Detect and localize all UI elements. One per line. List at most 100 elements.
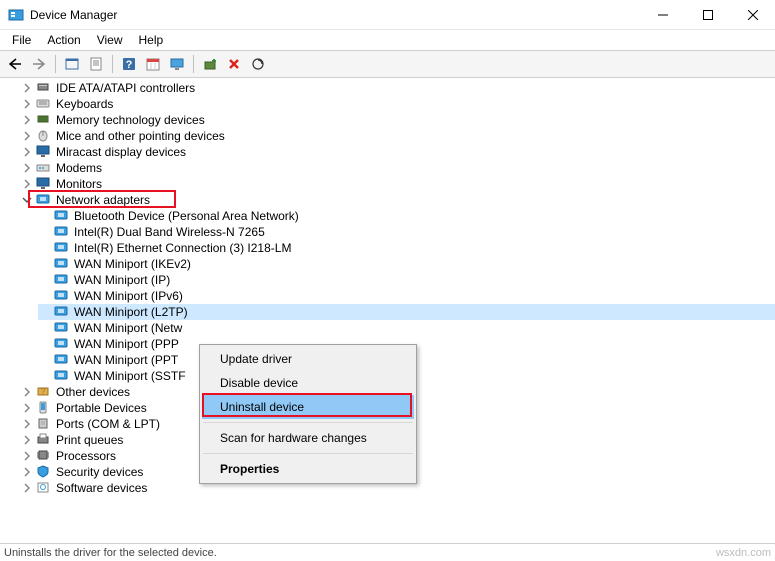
properties-button[interactable] (85, 53, 107, 75)
tree-node-network-adapters[interactable]: Network adapters (20, 192, 775, 208)
tree-expander[interactable] (20, 96, 34, 112)
tree-node[interactable]: Mice and other pointing devices (20, 128, 775, 144)
tree-label: Software devices (56, 480, 147, 496)
menu-file[interactable]: File (4, 31, 39, 49)
tree-expander[interactable] (20, 400, 34, 416)
context-menu: Update driver Disable device Uninstall d… (199, 344, 417, 484)
tree-node-device[interactable]: Bluetooth Device (Personal Area Network) (38, 208, 775, 224)
tree-label: WAN Miniport (IPv6) (74, 288, 183, 304)
tree-node-device[interactable]: WAN Miniport (IKEv2) (38, 256, 775, 272)
monitor-button[interactable] (166, 53, 188, 75)
device-category-icon (36, 464, 52, 480)
context-menu-item[interactable]: Uninstall device (202, 395, 414, 419)
help-button[interactable] (118, 53, 140, 75)
add-hardware-button[interactable] (199, 53, 221, 75)
tree-expander-empty (38, 256, 52, 272)
maximize-button[interactable] (685, 0, 730, 30)
back-button[interactable] (4, 53, 26, 75)
tree-label: Network adapters (56, 192, 150, 208)
show-hidden-button[interactable] (61, 53, 83, 75)
tree-expander[interactable] (20, 128, 34, 144)
menu-action[interactable]: Action (39, 31, 88, 49)
tree-label: Print queues (56, 432, 123, 448)
tree-label: Miracast display devices (56, 144, 186, 160)
tree-expander[interactable] (20, 416, 34, 432)
tree-expander[interactable] (20, 176, 34, 192)
tree-label: Processors (56, 448, 116, 464)
tree-label: Ports (COM & LPT) (56, 416, 160, 432)
toolbar-sep (55, 55, 56, 73)
network-adapter-icon (54, 368, 70, 384)
scan-hardware-button[interactable] (247, 53, 269, 75)
device-category-icon (36, 80, 52, 96)
tree-label: WAN Miniport (IP) (74, 272, 170, 288)
context-menu-item[interactable]: Scan for hardware changes (202, 426, 414, 450)
context-menu-item[interactable]: Update driver (202, 347, 414, 371)
tree-expander[interactable] (20, 192, 34, 208)
tree-node[interactable]: IDE ATA/ATAPI controllers (20, 80, 775, 96)
tree-expander[interactable] (20, 384, 34, 400)
device-category-icon (36, 128, 52, 144)
tree-node[interactable]: Miracast display devices (20, 144, 775, 160)
tree-node-device[interactable]: Intel(R) Dual Band Wireless-N 7265 (38, 224, 775, 240)
tree-expander-empty (38, 320, 52, 336)
network-adapter-icon (54, 320, 70, 336)
minimize-button[interactable] (640, 0, 685, 30)
tree-expander-empty (38, 208, 52, 224)
tree-node[interactable]: Modems (20, 160, 775, 176)
tree-node-device[interactable]: WAN Miniport (Netw (38, 320, 775, 336)
tree-label: Keyboards (56, 96, 113, 112)
tree-expander[interactable] (20, 80, 34, 96)
tree-node[interactable]: Monitors (20, 176, 775, 192)
window-controls (640, 0, 775, 29)
tree-node[interactable]: Keyboards (20, 96, 775, 112)
tree-label: WAN Miniport (PPP (74, 336, 179, 352)
tree-label: Intel(R) Ethernet Connection (3) I218-LM (74, 240, 291, 256)
tree-node-device[interactable]: WAN Miniport (L2TP) (38, 304, 775, 320)
watermark: wsxdn.com (716, 547, 771, 559)
tree-label: Security devices (56, 464, 143, 480)
device-category-icon (36, 448, 52, 464)
tree-label: WAN Miniport (L2TP) (74, 304, 188, 320)
device-category-icon (36, 480, 52, 496)
tree-label: Modems (56, 160, 102, 176)
tree-label: Intel(R) Dual Band Wireless-N 7265 (74, 224, 265, 240)
tree-expander-empty (38, 272, 52, 288)
tree-node-device[interactable]: WAN Miniport (IP) (38, 272, 775, 288)
tree-expander[interactable] (20, 432, 34, 448)
menu-help[interactable]: Help (131, 31, 172, 49)
tree-expander-empty (38, 352, 52, 368)
menu-view[interactable]: View (89, 31, 131, 49)
tree-expander-empty (38, 368, 52, 384)
context-menu-label: Disable device (220, 376, 298, 390)
tree-expander-empty (38, 224, 52, 240)
tree-label: Monitors (56, 176, 102, 192)
calendar-button[interactable] (142, 53, 164, 75)
tree-label: Other devices (56, 384, 130, 400)
tree-label: Mice and other pointing devices (56, 128, 225, 144)
uninstall-button[interactable] (223, 53, 245, 75)
device-category-icon (36, 176, 52, 192)
context-menu-item[interactable]: Properties (202, 457, 414, 481)
menubar: File Action View Help (0, 30, 775, 50)
tree-expander[interactable] (20, 480, 34, 496)
context-menu-separator (203, 453, 413, 454)
close-button[interactable] (730, 0, 775, 30)
forward-button[interactable] (28, 53, 50, 75)
tree-expander[interactable] (20, 160, 34, 176)
status-text: Uninstalls the driver for the selected d… (4, 547, 217, 559)
tree-node-device[interactable]: WAN Miniport (IPv6) (38, 288, 775, 304)
tree-expander[interactable] (20, 464, 34, 480)
tree-expander[interactable] (20, 112, 34, 128)
toolbar-sep (112, 55, 113, 73)
tree-expander[interactable] (20, 144, 34, 160)
tree-expander-empty (38, 336, 52, 352)
tree-label: WAN Miniport (IKEv2) (74, 256, 191, 272)
context-menu-item[interactable]: Disable device (202, 371, 414, 395)
titlebar: Device Manager (0, 0, 775, 30)
toolbar (0, 50, 775, 78)
tree-node-device[interactable]: Intel(R) Ethernet Connection (3) I218-LM (38, 240, 775, 256)
tree-expander[interactable] (20, 448, 34, 464)
network-adapter-icon (54, 336, 70, 352)
tree-node[interactable]: Memory technology devices (20, 112, 775, 128)
